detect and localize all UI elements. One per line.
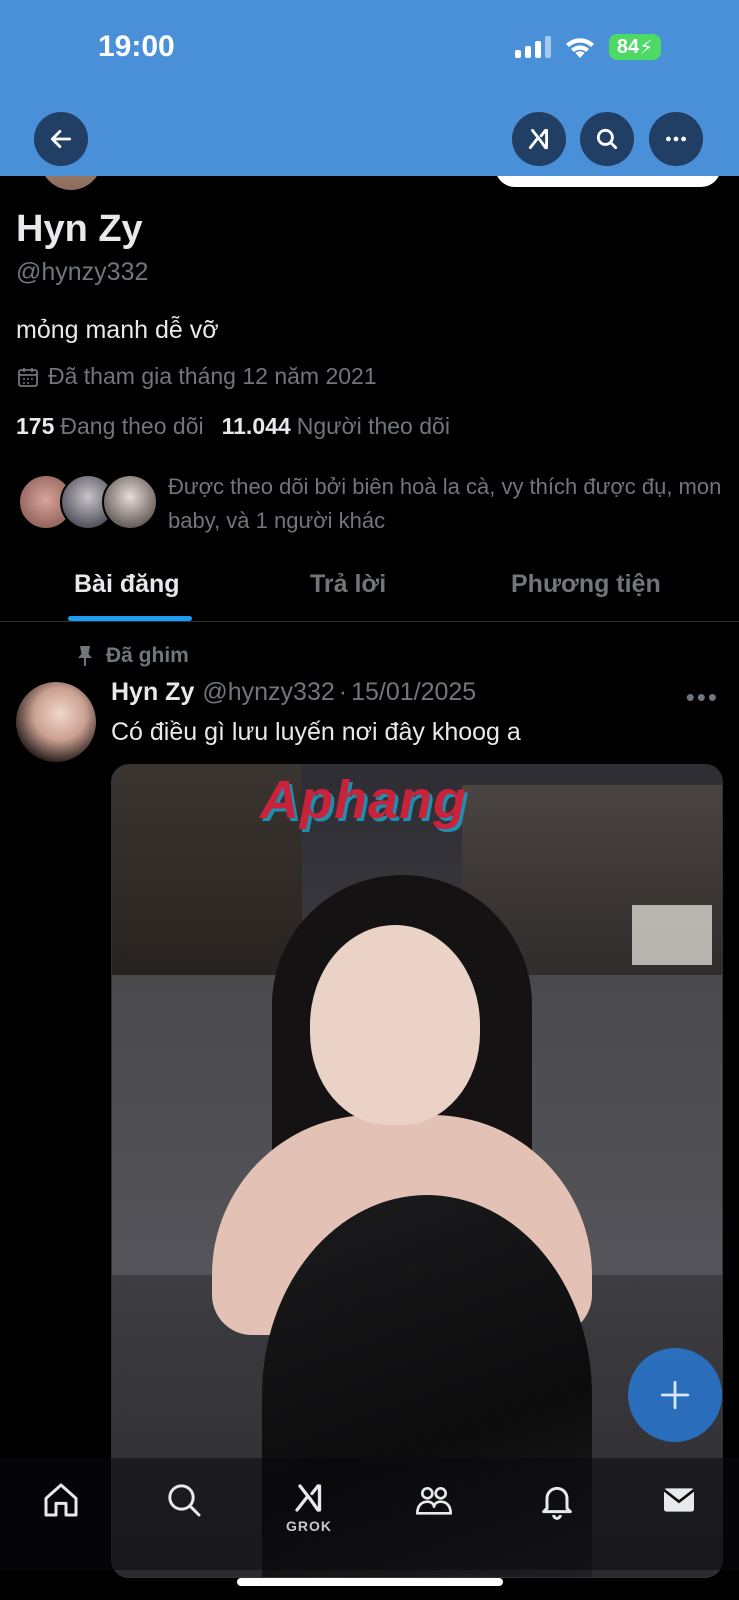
- following-count: 175: [16, 413, 55, 439]
- post-text: Có điều gì lưu luyến nơi đây khoog a: [111, 718, 521, 746]
- post-author-avatar[interactable]: [16, 682, 96, 762]
- tab-posts[interactable]: Bài đăng: [74, 570, 180, 599]
- post-header: Hyn Zy @hynzy332 · 15/01/2025: [111, 678, 476, 707]
- following-label: Đang theo dõi: [60, 413, 204, 439]
- home-icon: [44, 1483, 78, 1517]
- nav-messages[interactable]: [649, 1480, 709, 1540]
- pinned-indicator: Đã ghim: [76, 644, 189, 668]
- follower-avatars: [18, 470, 158, 530]
- more-icon: [666, 136, 686, 142]
- nav-search[interactable]: [154, 1480, 214, 1540]
- more-button[interactable]: [649, 112, 703, 166]
- followed-by-row[interactable]: Được theo dõi bởi biên hoà la cà, vy thí…: [18, 470, 723, 538]
- status-time: 19:00: [98, 30, 175, 63]
- bell-icon: [542, 1486, 572, 1520]
- grok-icon: [295, 1484, 322, 1512]
- post-more-icon[interactable]: •••: [686, 682, 719, 713]
- active-tab-indicator: [68, 616, 192, 621]
- follow-stats: 175 Đang theo dõi 11.044 Người theo dõi: [16, 413, 450, 440]
- profile-bio: mỏng manh dễ vỡ: [16, 316, 219, 344]
- bottom-navigation: GROK: [0, 1458, 739, 1570]
- profile-header: 19:00 84 ⚡: [0, 0, 739, 176]
- profile-handle: @hynzy332: [16, 258, 149, 286]
- arrow-left-icon: [50, 130, 72, 148]
- nav-notifications[interactable]: [527, 1480, 587, 1540]
- post-author-name[interactable]: Hyn Zy: [111, 678, 194, 707]
- battery-icon: 84 ⚡: [609, 34, 661, 60]
- followed-by-text: Được theo dõi bởi biên hoà la cà, vy thí…: [168, 474, 722, 533]
- avatar: [102, 474, 158, 530]
- grok-label: GROK: [286, 1518, 332, 1534]
- grok-button[interactable]: [512, 112, 566, 166]
- nav-grok[interactable]: GROK: [279, 1480, 339, 1540]
- search-icon: [596, 128, 618, 150]
- image-storefront-light: [632, 905, 712, 965]
- pinned-label: Đã ghim: [106, 644, 189, 667]
- cellular-signal-icon: [515, 36, 551, 58]
- post-author-handle[interactable]: @hynzy332: [202, 678, 334, 707]
- wifi-icon: [566, 38, 594, 58]
- followers-label: Người theo dõi: [296, 413, 450, 439]
- calendar-icon: [18, 367, 38, 387]
- home-indicator[interactable]: [237, 1578, 503, 1586]
- compose-button[interactable]: [628, 1348, 722, 1442]
- nav-home[interactable]: [31, 1480, 91, 1540]
- status-icons: 84 ⚡: [515, 34, 661, 60]
- people-icon: [416, 1487, 452, 1515]
- back-button[interactable]: [34, 112, 88, 166]
- grok-icon: [528, 128, 548, 150]
- joined-text: Đã tham gia tháng 12 năm 2021: [48, 363, 377, 389]
- tab-media[interactable]: Phương tiện: [511, 570, 661, 599]
- post-separator: ·: [338, 678, 348, 706]
- mail-icon: [663, 1488, 695, 1512]
- pin-icon: [78, 646, 92, 666]
- post-image[interactable]: Aphang: [111, 764, 723, 1578]
- search-button[interactable]: [580, 112, 634, 166]
- post-date[interactable]: 15/01/2025: [351, 678, 476, 707]
- followers-link[interactable]: 11.044 Người theo dõi: [222, 413, 450, 440]
- profile-name: Hyn Zy: [16, 208, 143, 250]
- image-watermark: Aphang: [260, 770, 467, 830]
- tab-replies[interactable]: Trả lời: [310, 570, 386, 599]
- followers-count: 11.044: [221, 413, 291, 439]
- nav-communities[interactable]: [404, 1480, 464, 1540]
- search-icon: [168, 1484, 201, 1517]
- following-link[interactable]: 175 Đang theo dõi: [16, 413, 204, 440]
- image-person-face: [310, 925, 480, 1125]
- plus-icon: [660, 1380, 690, 1410]
- joined-date: Đã tham gia tháng 12 năm 2021: [16, 363, 377, 390]
- profile-tabs: Bài đăng Trả lời Phương tiện: [0, 552, 739, 622]
